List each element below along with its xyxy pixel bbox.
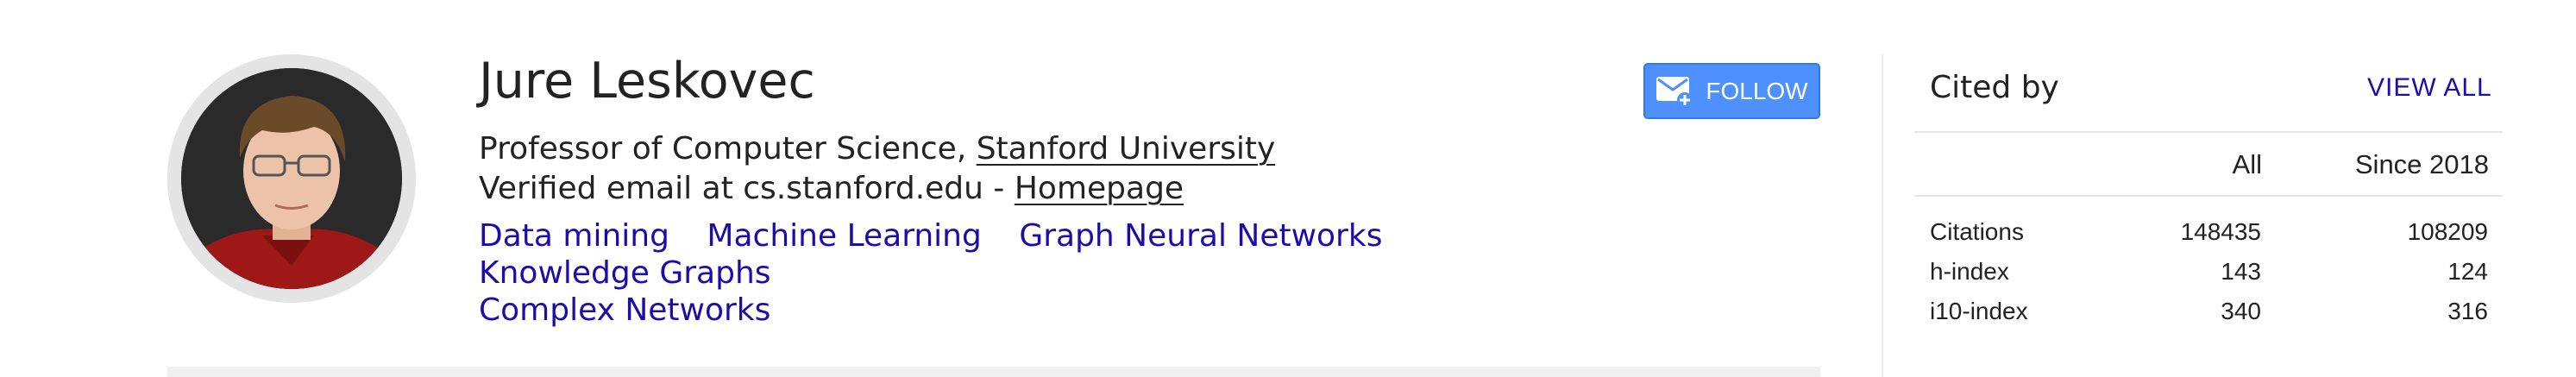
profile-photo-image <box>167 54 416 303</box>
mail-plus-icon <box>1656 76 1693 108</box>
view-all-link[interactable]: VIEW ALL <box>2367 75 2492 101</box>
row-value-since: 108209 <box>2407 218 2488 245</box>
column-header-all[interactable]: All <box>2233 151 2262 178</box>
affiliation-link[interactable]: Stanford University <box>977 131 1276 167</box>
profile-name: Jure Leskovec <box>479 53 815 110</box>
tab-bar-edge <box>167 367 1820 377</box>
row-value-all: 340 <box>2221 298 2261 324</box>
verified-email-text: Verified email at cs.stanford.edu - <box>479 171 1015 206</box>
row-value-since: 316 <box>2447 298 2488 324</box>
column-divider <box>1882 54 1883 377</box>
cited-by-title: Cited by <box>1930 70 2059 105</box>
profile-photo <box>167 54 416 303</box>
interest-link[interactable]: Machine Learning <box>707 218 981 254</box>
row-value-since: 124 <box>2447 258 2488 285</box>
h-index-row: h-index 143 124 <box>1930 258 2489 292</box>
follow-button[interactable]: FOLLOW <box>1643 63 1820 119</box>
interest-link[interactable]: Graph Neural Networks <box>1019 218 1382 254</box>
column-header-since[interactable]: Since 2018 <box>2355 151 2489 178</box>
interest-link[interactable]: Data mining <box>479 218 669 254</box>
homepage-link[interactable]: Homepage <box>1015 171 1184 206</box>
email-line: Verified email at cs.stanford.edu - Home… <box>479 170 1184 207</box>
row-label[interactable]: Citations <box>1930 218 2024 246</box>
row-label[interactable]: h-index <box>1930 258 2009 286</box>
row-label[interactable]: i10-index <box>1930 298 2028 325</box>
interest-link[interactable]: Knowledge Graphs <box>479 255 771 291</box>
research-interests: Data mining Machine Learning Graph Neura… <box>479 217 1730 329</box>
i10-index-row: i10-index 340 316 <box>1930 298 2489 332</box>
affiliation-line: Professor of Computer Science, Stanford … <box>479 130 1275 167</box>
affiliation-text: Professor of Computer Science, <box>479 131 977 167</box>
follow-button-label: FOLLOW <box>1706 77 1808 104</box>
interest-link[interactable]: Complex Networks <box>479 292 770 328</box>
row-value-all: 143 <box>2221 258 2261 285</box>
divider <box>1914 131 2503 133</box>
divider <box>1914 195 2503 197</box>
row-value-all: 148435 <box>2180 218 2261 245</box>
citations-row: Citations 148435 108209 <box>1930 218 2489 253</box>
